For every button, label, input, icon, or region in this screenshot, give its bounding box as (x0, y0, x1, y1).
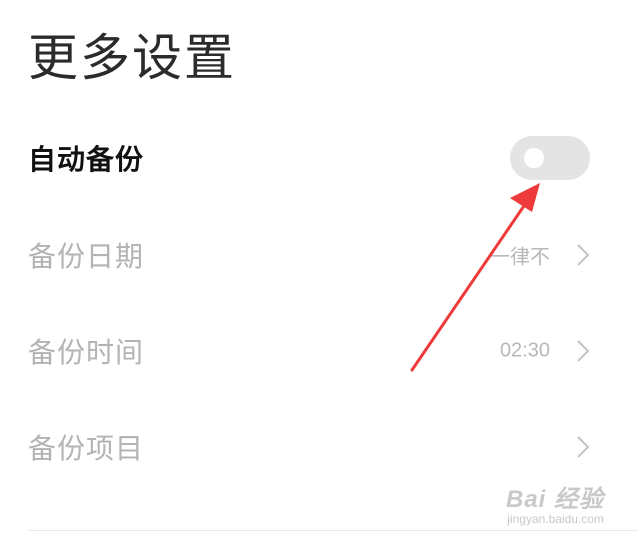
auto-backup-row[interactable]: 自动备份 (0, 118, 638, 198)
backup-items-label: 备份项目 (28, 432, 145, 465)
backup-date-value: 一律不 (490, 246, 550, 269)
backup-time-row[interactable]: 备份时间 02:30 (0, 311, 638, 391)
watermark: Bai 经验 jingyan.baidu.com (506, 479, 604, 526)
backup-time-label: 备份时间 (28, 336, 145, 369)
backup-date-label: 备份日期 (28, 240, 145, 273)
chevron-right-icon (577, 244, 590, 266)
toggle-knob (524, 148, 544, 168)
page-title: 更多设置 (28, 29, 236, 87)
backup-items-row[interactable]: 备份项目 (0, 407, 638, 487)
watermark-url: jingyan.baidu.com (507, 512, 604, 526)
watermark-logo: Bai 经验 (505, 486, 604, 513)
backup-time-value: 02:30 (499, 339, 550, 362)
auto-backup-label: 自动备份 (28, 143, 145, 176)
chevron-right-icon (577, 340, 590, 362)
chevron-right-icon (577, 436, 590, 458)
backup-date-row[interactable]: 备份日期 一律不 (0, 215, 638, 295)
divider (28, 530, 638, 531)
auto-backup-toggle[interactable] (510, 136, 590, 180)
